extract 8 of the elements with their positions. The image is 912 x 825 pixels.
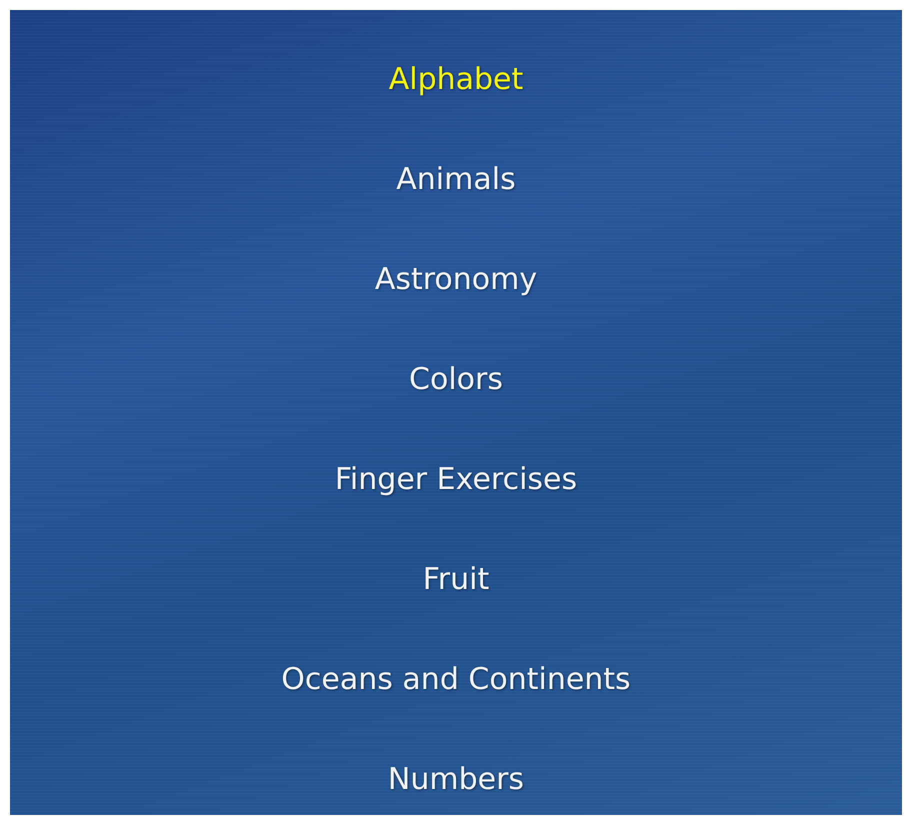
- menu-item[interactable]: Finger Exercises: [334, 430, 578, 530]
- menu-item[interactable]: Alphabet: [388, 30, 524, 130]
- menu-item[interactable]: Numbers: [388, 730, 524, 825]
- menu-item[interactable]: Fruit: [422, 530, 490, 630]
- menu-item[interactable]: Animals: [396, 130, 516, 230]
- menu-item[interactable]: Oceans and Continents: [281, 630, 631, 730]
- menu-item[interactable]: Astronomy: [374, 230, 538, 330]
- menu-item[interactable]: Colors: [409, 330, 503, 430]
